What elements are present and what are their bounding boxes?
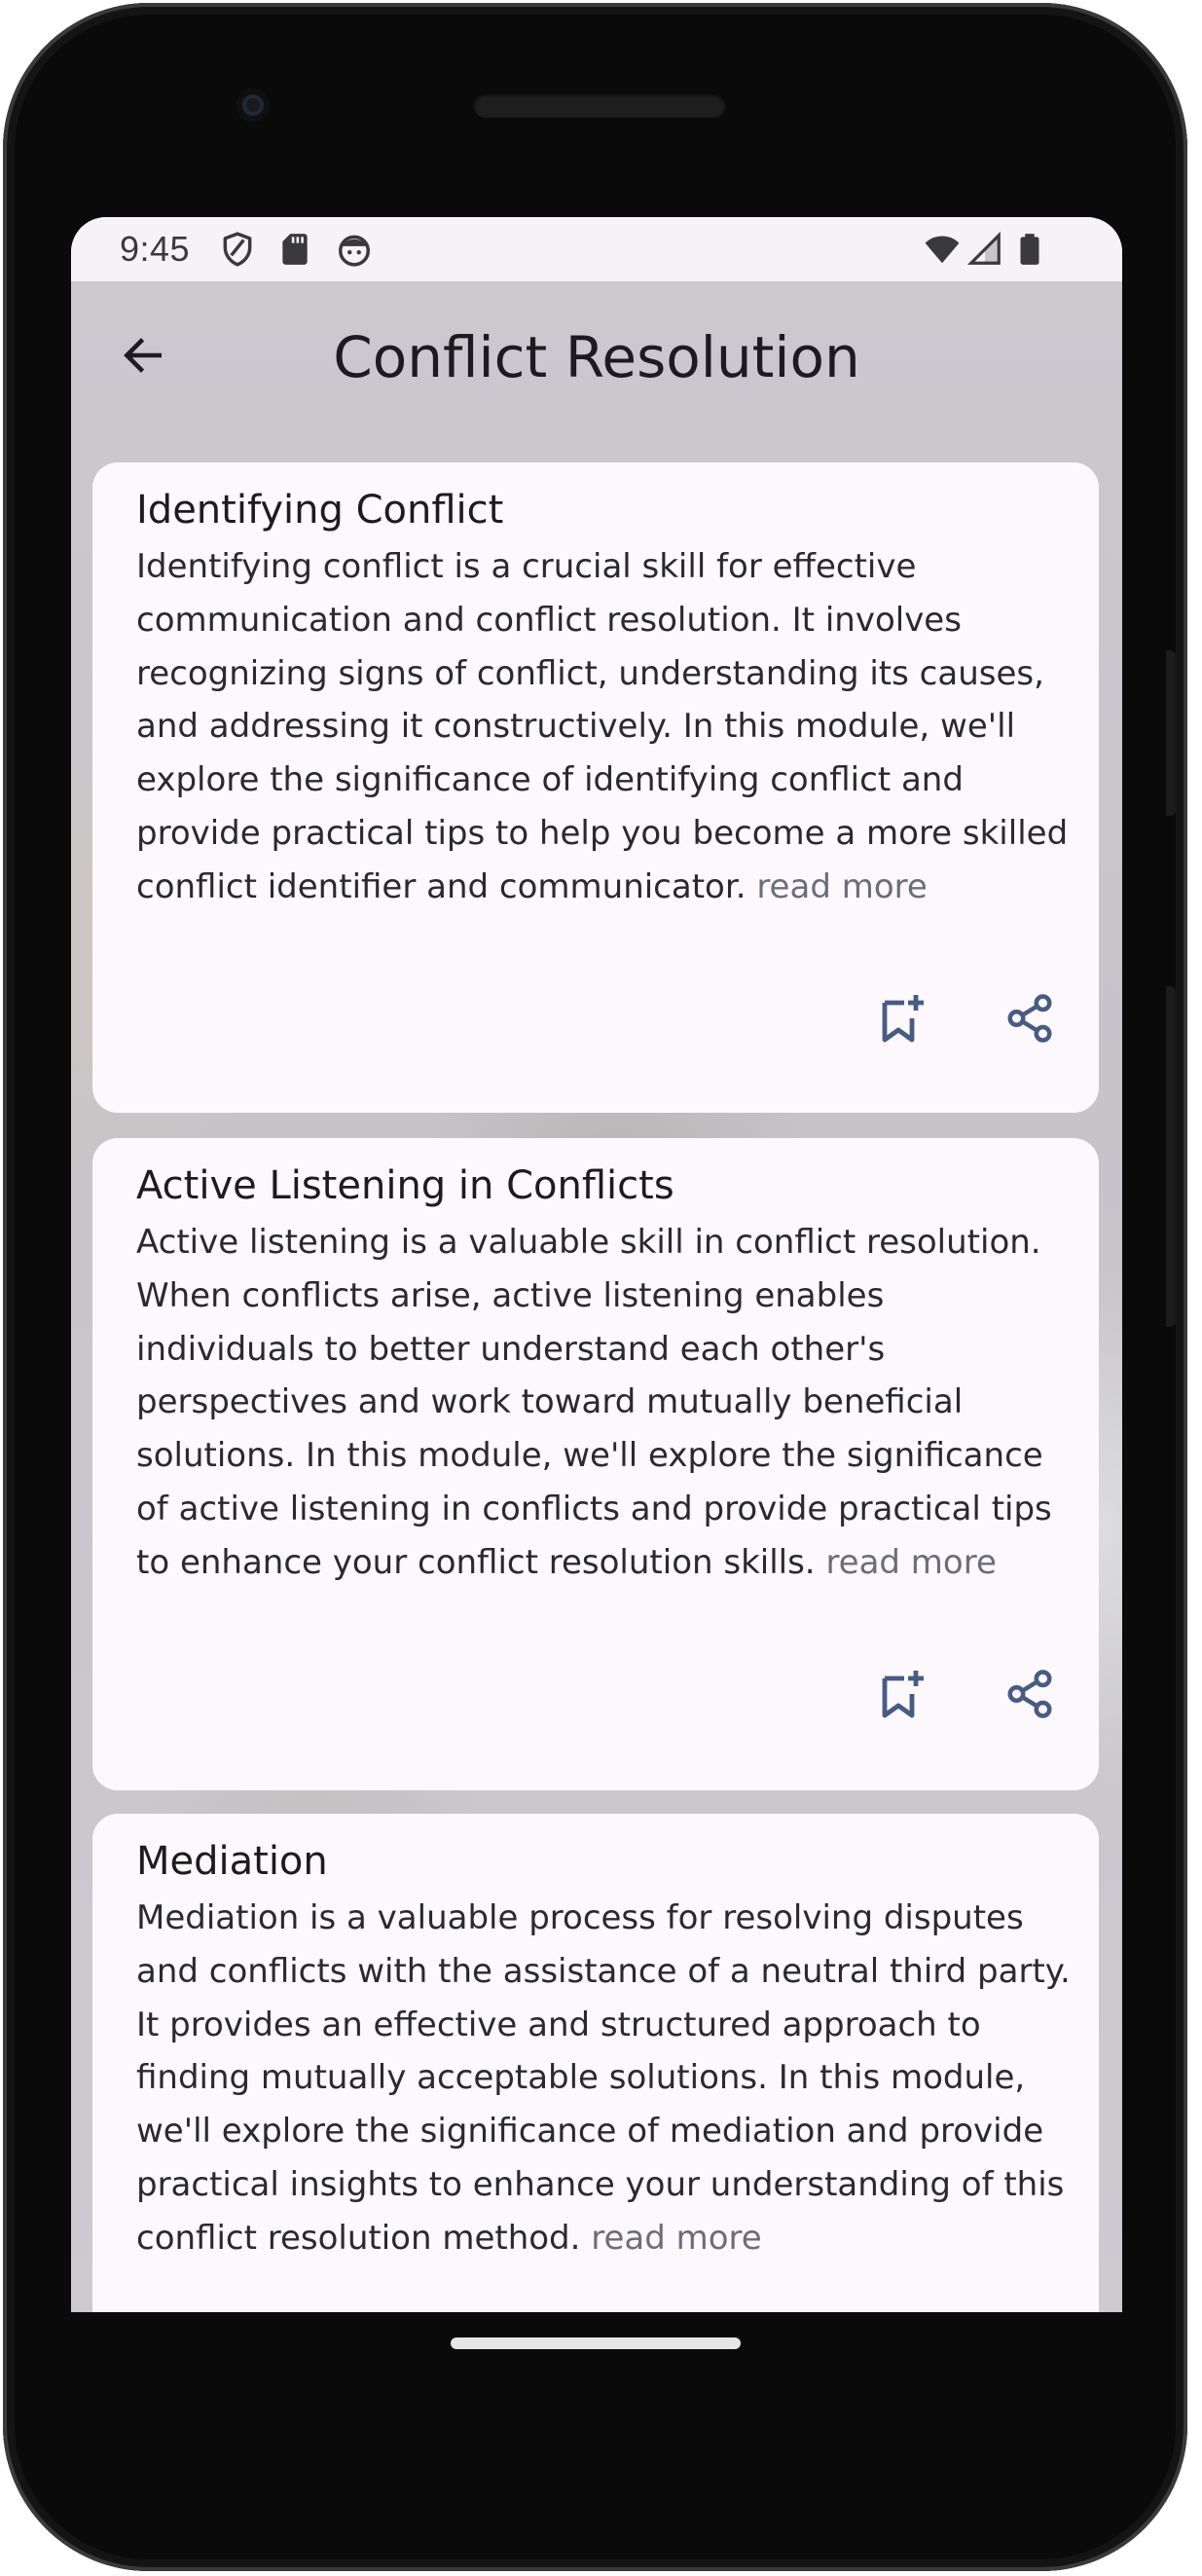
front-camera [237, 89, 270, 122]
read-more-link[interactable]: read more [825, 1543, 996, 1582]
card-title: Identifying Conflict [136, 488, 504, 533]
article-card[interactable]: Identifying Conflict Identifying conflic… [92, 462, 1099, 1113]
top-app-bar: Conflict Resolution [71, 281, 1122, 429]
home-indicator[interactable] [451, 2337, 741, 2349]
bookmark-button[interactable] [868, 984, 936, 1052]
screen: 9:45 Conflict Resolution Identifying Con… [71, 217, 1122, 2312]
card-body-text: Mediation is a valuable process for reso… [136, 1898, 1071, 2258]
bookmark-button[interactable] [868, 1660, 936, 1728]
card-body-text: Identifying conflict is a crucial skill … [136, 547, 1069, 906]
status-bar: 9:45 [71, 217, 1122, 281]
bookmark-add-icon [882, 995, 924, 1043]
read-more-link[interactable]: read more [756, 867, 927, 906]
sd-card-icon [282, 234, 308, 265]
cellular-signal-icon [966, 231, 1001, 265]
page-title: Conflict Resolution [333, 324, 860, 390]
wifi-icon [925, 236, 960, 264]
phone-frame: 9:45 Conflict Resolution Identifying Con… [3, 3, 1187, 2571]
battery-icon [1020, 234, 1039, 265]
share-button[interactable] [996, 1660, 1064, 1728]
face-icon [339, 235, 370, 267]
share-button[interactable] [996, 984, 1064, 1052]
card-title: Mediation [136, 1839, 328, 1884]
power-button [1166, 650, 1176, 816]
article-card[interactable]: Active Listening in Conflicts Active lis… [92, 1138, 1099, 1790]
share-icon [1007, 1670, 1052, 1718]
read-more-link[interactable]: read more [591, 2219, 761, 2258]
volume-button [1166, 986, 1176, 1327]
bookmark-add-icon [882, 1671, 924, 1718]
status-time: 9:45 [120, 229, 191, 269]
card-title: Active Listening in Conflicts [136, 1163, 674, 1208]
shield-icon [223, 232, 252, 267]
card-description: Active listening is a valuable skill in … [136, 1216, 1071, 1590]
card-body-text: Active listening is a valuable skill in … [136, 1223, 1052, 1582]
earpiece-speaker [473, 92, 726, 118]
share-icon [1007, 994, 1052, 1043]
article-card[interactable]: Mediation Mediation is a valuable proces… [92, 1814, 1099, 2312]
card-description: Identifying conflict is a crucial skill … [136, 540, 1071, 914]
card-description: Mediation is a valuable process for reso… [136, 1892, 1071, 2265]
